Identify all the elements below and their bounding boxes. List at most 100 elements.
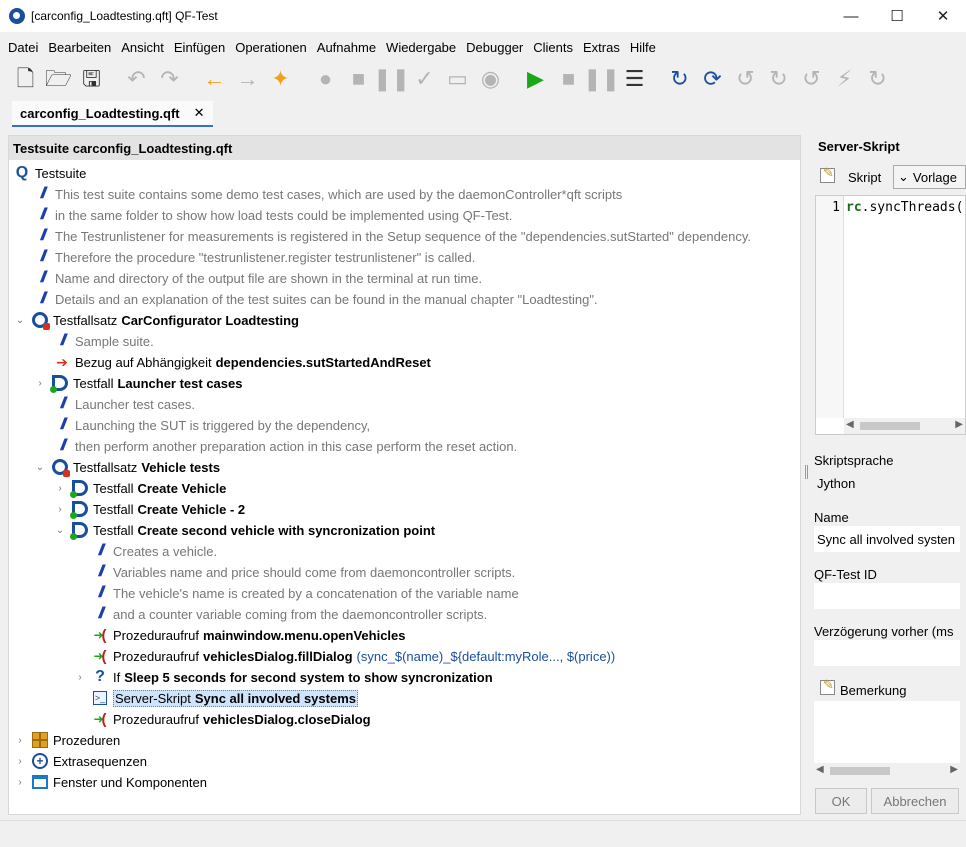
comment-node[interactable]: // This test suite contains some demo te… (33, 184, 623, 204)
comment-node[interactable]: // in the same folder to show how load t… (33, 205, 513, 225)
save-icon[interactable]: 🖫 (78, 66, 105, 93)
comment-node[interactable]: // Name and directory of the output file… (33, 268, 483, 288)
pause-record-icon[interactable]: ❚❚ (373, 66, 410, 93)
tree-node-if[interactable]: › ? If Sleep 5 seconds for second system… (73, 667, 492, 687)
chevron-right-icon[interactable]: › (13, 754, 27, 768)
tree-node-procedure-call-close[interactable]: ➜( Prozeduraufruf vehiclesDialog.closeDi… (91, 709, 370, 729)
tree-node-testcase-create-vehicle-2[interactable]: › Testfall Create Vehicle - 2 (53, 499, 245, 519)
continue-icon[interactable]: ↻ (864, 66, 891, 93)
skip-over-icon[interactable]: ↻ (765, 66, 792, 93)
test-list-icon[interactable]: ☰ (621, 66, 648, 93)
editor-horizontal-scrollbar[interactable]: ◀ ▶ (844, 418, 965, 434)
chevron-right-icon[interactable]: › (53, 481, 67, 495)
comment-node[interactable]: // The Testrunlistener for measurements … (33, 226, 751, 246)
comment-node[interactable]: // Creates a vehicle. (91, 541, 218, 561)
play-icon[interactable]: ▶ (522, 66, 549, 93)
template-dropdown[interactable]: ⌄ Vorlage (893, 165, 966, 189)
record-icon[interactable]: ● (312, 66, 339, 93)
tree-node-testcase-second-vehicle[interactable]: ⌄ Testfall Create second vehicle with sy… (53, 520, 435, 540)
menu-einfuegen[interactable]: Einfügen (169, 40, 230, 55)
menu-aufnahme[interactable]: Aufnahme (312, 40, 381, 55)
cancel-button[interactable]: Abbrechen (871, 788, 959, 814)
chevron-down-icon[interactable]: ⌄ (33, 460, 47, 474)
scroll-right-icon[interactable]: ▶ (950, 764, 958, 775)
tree-node-procedure-call-open[interactable]: ➜( Prozeduraufruf mainwindow.menu.openVe… (91, 625, 405, 645)
undo-icon[interactable]: ↶ (123, 66, 150, 93)
chevron-right-icon[interactable]: › (13, 775, 27, 789)
id-field[interactable] (814, 583, 960, 609)
comment-node[interactable]: // Launching the SUT is triggered by the… (53, 415, 371, 435)
scroll-right-icon[interactable]: ▶ (955, 419, 963, 430)
tree-node-server-script[interactable]: >_ Server-Skript Sync all involved system… (91, 688, 358, 708)
comment-node[interactable]: // then perform another preparation acti… (53, 436, 518, 456)
tree-node-testcase-create-vehicle[interactable]: › Testfall Create Vehicle (53, 478, 226, 498)
menu-clients[interactable]: Clients (528, 40, 578, 55)
scroll-left-icon[interactable]: ◀ (816, 764, 824, 775)
comment-node[interactable]: // and a counter variable coming from th… (91, 604, 488, 624)
name-field[interactable]: Sync all involved systen (814, 526, 960, 552)
tree-node-testset-loadtesting[interactable]: ⌄ Testfallsatz CarConfigurator Loadtesti… (13, 310, 299, 330)
delay-field[interactable] (814, 640, 960, 666)
close-window-button[interactable]: ✕ (920, 0, 966, 32)
maximize-button[interactable]: ☐ (874, 0, 920, 32)
skip-out-icon[interactable]: ↺ (798, 66, 825, 93)
step-out-icon[interactable]: ↺ (732, 66, 759, 93)
chevron-down-icon[interactable]: ⌄ (13, 313, 27, 327)
tree-node-testsuite[interactable]: Q Testsuite (13, 163, 90, 183)
minimize-button[interactable]: — (828, 0, 874, 32)
script-editor[interactable]: 1 rc.syncThreads( ◀ ▶ (815, 195, 966, 435)
menu-hilfe[interactable]: Hilfe (625, 40, 661, 55)
comment-horizontal-scrollbar[interactable]: ◀ ▶ (814, 763, 960, 779)
stop-icon[interactable]: ■ (555, 66, 582, 93)
tree-node-testset-vehicle[interactable]: ⌄ Testfallsatz Vehicle tests (33, 457, 220, 477)
tab-carconfig[interactable]: carconfig_Loadtesting.qft ✕ (12, 101, 213, 127)
comment-node[interactable]: // Launcher test cases. (53, 394, 195, 414)
script-edit-checkbox[interactable] (820, 165, 835, 183)
menu-operationen[interactable]: Operationen (230, 40, 312, 55)
redo-icon[interactable]: ↷ (156, 66, 183, 93)
tree-node-dependency-reference[interactable]: ➔ Bezug auf Abhängigkeit dependencies.su… (53, 352, 431, 372)
comment-node[interactable]: // Details and an explanation of the tes… (33, 289, 598, 309)
open-folder-icon[interactable]: 🗁 (45, 66, 72, 93)
ok-button[interactable]: OK (815, 788, 867, 814)
chevron-down-icon[interactable]: ⌄ (53, 523, 67, 537)
tree-node-testcase-launcher[interactable]: › Testfall Launcher test cases (33, 373, 242, 393)
comment-textarea[interactable]: ◀ ▶ (814, 701, 960, 779)
menu-debugger[interactable]: Debugger (461, 40, 528, 55)
scroll-thumb[interactable] (830, 767, 890, 775)
comment-node[interactable]: // The vehicle's name is created by a co… (91, 583, 519, 603)
lightning-icon[interactable]: ⚡ (831, 66, 858, 93)
comment-node[interactable]: // Sample suite. (53, 331, 154, 351)
step-in-icon[interactable]: ↻ (666, 66, 693, 93)
back-arrow-icon[interactable]: ← (201, 66, 228, 93)
window-record-icon[interactable]: ▭ (444, 66, 471, 93)
comment-edit-checkbox[interactable] (820, 677, 835, 695)
record-component-icon[interactable]: ◉ (477, 66, 504, 93)
new-file-icon[interactable]: 🗋 (12, 66, 39, 93)
tree-node-procedures[interactable]: › Prozeduren (13, 730, 124, 750)
stop-record-icon[interactable]: ■ (345, 66, 372, 93)
language-field[interactable]: Jython (814, 470, 960, 496)
chevron-right-icon[interactable]: › (73, 670, 87, 684)
pause-icon[interactable]: ❚❚ (583, 66, 620, 93)
comment-node[interactable]: // Therefore the procedure "testrunliste… (33, 247, 476, 267)
menu-datei[interactable]: Datei (3, 40, 43, 55)
close-tab-icon[interactable]: ✕ (194, 105, 205, 121)
check-icon[interactable]: ✓ (411, 66, 438, 93)
menu-bearbeiten[interactable]: Bearbeiten (43, 40, 116, 55)
menu-ansicht[interactable]: Ansicht (116, 40, 169, 55)
forward-arrow-icon[interactable]: → (234, 66, 261, 93)
scroll-left-icon[interactable]: ◀ (846, 419, 854, 430)
tree-node-procedure-call-fill[interactable]: ➜( Prozeduraufruf vehiclesDialog.fillDia… (91, 646, 615, 666)
menu-extras[interactable]: Extras (578, 40, 625, 55)
scroll-thumb[interactable] (860, 422, 920, 430)
comment-node[interactable]: // Variables name and price should come … (91, 562, 516, 582)
step-over-icon[interactable]: ⟳ (699, 66, 726, 93)
tree-node-windows[interactable]: › Fenster und Komponenten (13, 772, 211, 792)
chevron-right-icon[interactable]: › (33, 376, 47, 390)
magic-wand-icon[interactable]: ✦ (267, 66, 294, 93)
chevron-right-icon[interactable]: › (13, 733, 27, 747)
chevron-right-icon[interactable]: › (53, 502, 67, 516)
tree-node-extras[interactable]: › + Extrasequenzen (13, 751, 151, 771)
menu-wiedergabe[interactable]: Wiedergabe (381, 40, 461, 55)
